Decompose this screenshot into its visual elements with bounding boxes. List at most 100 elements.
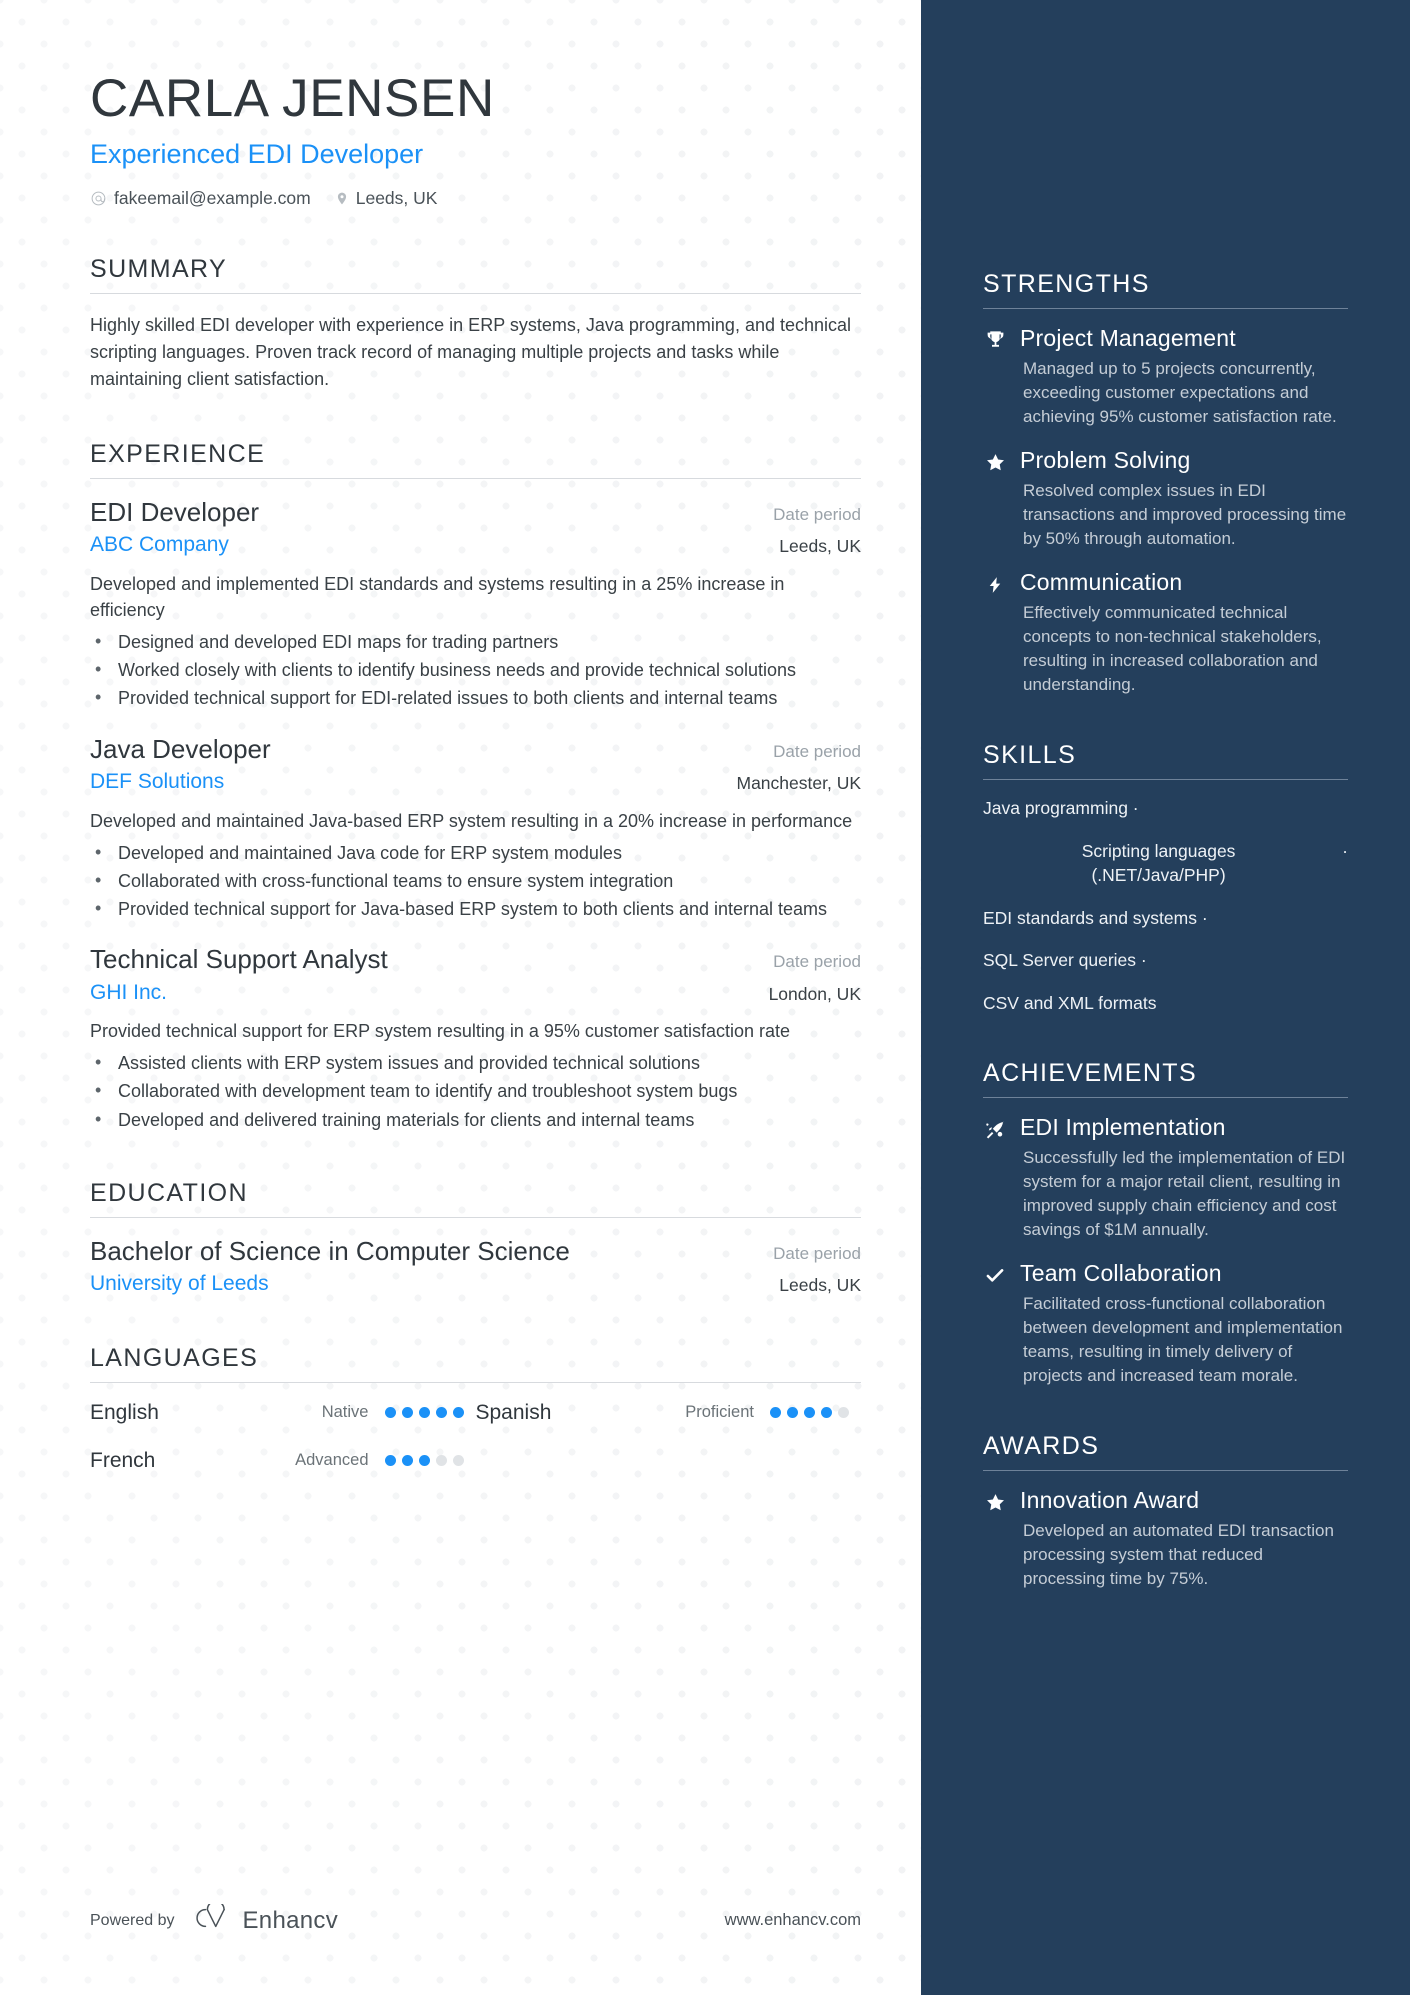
- rating-dot: [787, 1407, 798, 1419]
- sidebar-column: STRENGTHS Project Management Managed up t…: [921, 0, 1410, 1995]
- experience-bullet: Worked closely with clients to identify …: [90, 656, 861, 683]
- job-bullets: Assisted clients with ERP system issues …: [90, 1049, 861, 1133]
- job-location: London, UK: [768, 983, 861, 1004]
- language-name: English: [90, 1400, 159, 1424]
- email-text: fakeemail@example.com: [114, 187, 311, 208]
- experience-entry: Java Developer Date period DEF Solutions Ma…: [90, 734, 861, 923]
- powered-by-label: Powered by: [90, 1911, 175, 1929]
- language-name: French: [90, 1448, 156, 1472]
- footer: Powered by Enhancv www.enhancv.com: [90, 1900, 861, 1937]
- achievement-title: Team Collaboration: [1020, 1260, 1222, 1287]
- education-heading: EDUCATION: [90, 1178, 248, 1207]
- skills-section: SKILLS Java programming · Scripting langu…: [983, 741, 1348, 1015]
- entry-subheader: ABC Company Leeds, UK: [90, 531, 861, 558]
- job-title: Java Developer: [90, 733, 271, 764]
- experience-bullet: Developed and delivered training materia…: [90, 1106, 861, 1133]
- strength-body: Project Management Managed up to 5 projec…: [1020, 325, 1348, 429]
- rocket-icon: [983, 1114, 1007, 1141]
- award-description: Developed an automated EDI transaction p…: [1023, 1520, 1334, 1589]
- entry-subheader: University of Leeds Leeds, UK: [90, 1270, 861, 1297]
- achievement-description: Facilitated cross-functional collaborati…: [1023, 1293, 1343, 1386]
- school-location: Leeds, UK: [779, 1275, 861, 1296]
- skill-label: CSV and XML formats: [983, 992, 1157, 1013]
- achievement-title: EDI Implementation: [1020, 1114, 1226, 1141]
- job-date: Date period: [773, 741, 861, 761]
- rating-dot: [804, 1407, 815, 1419]
- strength-body: Problem Solving Resolved complex issues i…: [1020, 447, 1348, 551]
- award-title: Innovation Award: [1020, 1487, 1200, 1514]
- awards-list: Innovation Award Developed an automated E…: [983, 1487, 1348, 1591]
- experience-bullet: Provided technical support for EDI-relat…: [90, 684, 861, 711]
- powered-by-group: Powered by Enhancv: [90, 1900, 339, 1937]
- map-pin-icon: [335, 190, 349, 207]
- entry-subheader: GHI Inc. London, UK: [90, 979, 861, 1006]
- skill-item: Scripting languages (.NET/Java/PHP) ·: [983, 839, 1348, 888]
- summary-text: Highly skilled EDI developer with experi…: [90, 314, 852, 390]
- job-date: Date period: [773, 952, 861, 972]
- achievement-item: EDI Implementation Successfully led the i…: [983, 1114, 1348, 1242]
- contact-location: Leeds, UK: [335, 187, 438, 209]
- candidate-headline: Experienced EDI Developer: [90, 138, 424, 169]
- experience-bullet: Collaborated with development team to id…: [90, 1077, 861, 1104]
- experience-heading: EXPERIENCE: [90, 439, 266, 468]
- rating-dot: [770, 1407, 781, 1419]
- language-item: French Advanced: [90, 1449, 476, 1473]
- skill-item: SQL Server queries ·: [983, 948, 1348, 973]
- achievements-heading: ACHIEVEMENTS: [983, 1059, 1198, 1088]
- entry-header: EDI Developer Date period: [90, 497, 861, 529]
- company-name[interactable]: GHI Inc.: [90, 979, 167, 1006]
- job-description: Provided technical support for ERP syste…: [90, 1021, 790, 1042]
- divider: [983, 308, 1348, 309]
- enhancv-brand: Enhancv: [191, 1900, 339, 1937]
- experience-bullet: Designed and developed EDI maps for trad…: [90, 628, 861, 655]
- strength-item: Project Management Managed up to 5 projec…: [983, 325, 1348, 429]
- at-icon: [90, 190, 107, 207]
- contact-email[interactable]: fakeemail@example.com: [90, 188, 311, 209]
- company-name[interactable]: DEF Solutions: [90, 768, 224, 795]
- language-rating: [770, 1407, 849, 1419]
- candidate-name: CARLA JENSEN: [90, 69, 495, 128]
- skill-separator: ·: [1127, 798, 1139, 819]
- experience-bullet: Provided technical support for Java-base…: [90, 895, 861, 922]
- school-name[interactable]: University of Leeds: [90, 1270, 269, 1297]
- entry-header: Java Developer Date period: [90, 734, 861, 766]
- job-bullets: Designed and developed EDI maps for trad…: [90, 628, 861, 711]
- language-rating: [384, 1407, 464, 1419]
- skill-label: Java programming: [983, 798, 1128, 819]
- divider: [90, 1216, 861, 1218]
- rating-dot: [418, 1407, 430, 1419]
- experience-bullet: Collaborated with cross-functional teams…: [90, 867, 861, 894]
- company-name[interactable]: ABC Company: [90, 531, 229, 558]
- skill-label: SQL Server queries: [983, 950, 1137, 971]
- location-text: Leeds, UK: [355, 187, 438, 208]
- strength-body: Communication Effectively communicated te…: [1020, 569, 1348, 697]
- divider: [983, 1470, 1348, 1472]
- language-level: Advanced: [295, 1451, 369, 1470]
- language-level: Proficient: [685, 1403, 754, 1422]
- strengths-list: Project Management Managed up to 5 projec…: [983, 325, 1348, 697]
- awards-heading: AWARDS: [983, 1432, 1100, 1461]
- job-bullets: Developed and maintained Java code for E…: [90, 839, 861, 922]
- strength-title: Project Management: [1020, 325, 1236, 351]
- job-description: Developed and maintained Java-based ERP …: [90, 810, 853, 831]
- awards-section: AWARDS Innovation Award Developed an auto…: [983, 1432, 1348, 1591]
- language-name: Spanish: [475, 1400, 552, 1424]
- rating-dot: [452, 1455, 464, 1467]
- resume-page: CARLA JENSEN Experienced EDI Developer f…: [0, 0, 1410, 1995]
- language-item: English Native: [90, 1401, 476, 1425]
- language-rating: [384, 1455, 464, 1467]
- rating-dot: [401, 1455, 413, 1467]
- skill-row: Scripting languages (.NET/Java/PHP) ·: [983, 839, 1348, 888]
- language-item: Spanish Proficient: [476, 1401, 862, 1425]
- degree-date: Date period: [773, 1243, 861, 1263]
- award-item: Innovation Award Developed an automated E…: [983, 1487, 1348, 1591]
- achievements-list: EDI Implementation Successfully led the i…: [983, 1114, 1348, 1388]
- languages-list: English Native Spanish Proficient French Adva…: [90, 1401, 861, 1497]
- website-text[interactable]: www.enhancv.com: [725, 1911, 861, 1930]
- rating-dot: [452, 1407, 464, 1419]
- achievement-description: Successfully led the implementation of E…: [1023, 1147, 1346, 1239]
- lightning-bolt-icon: [983, 569, 1007, 596]
- education-entry: Bachelor of Science in Computer Science D…: [90, 1236, 861, 1298]
- strength-description: Managed up to 5 projects concurrently, e…: [1023, 358, 1337, 426]
- strength-title: Problem Solving: [1020, 446, 1191, 473]
